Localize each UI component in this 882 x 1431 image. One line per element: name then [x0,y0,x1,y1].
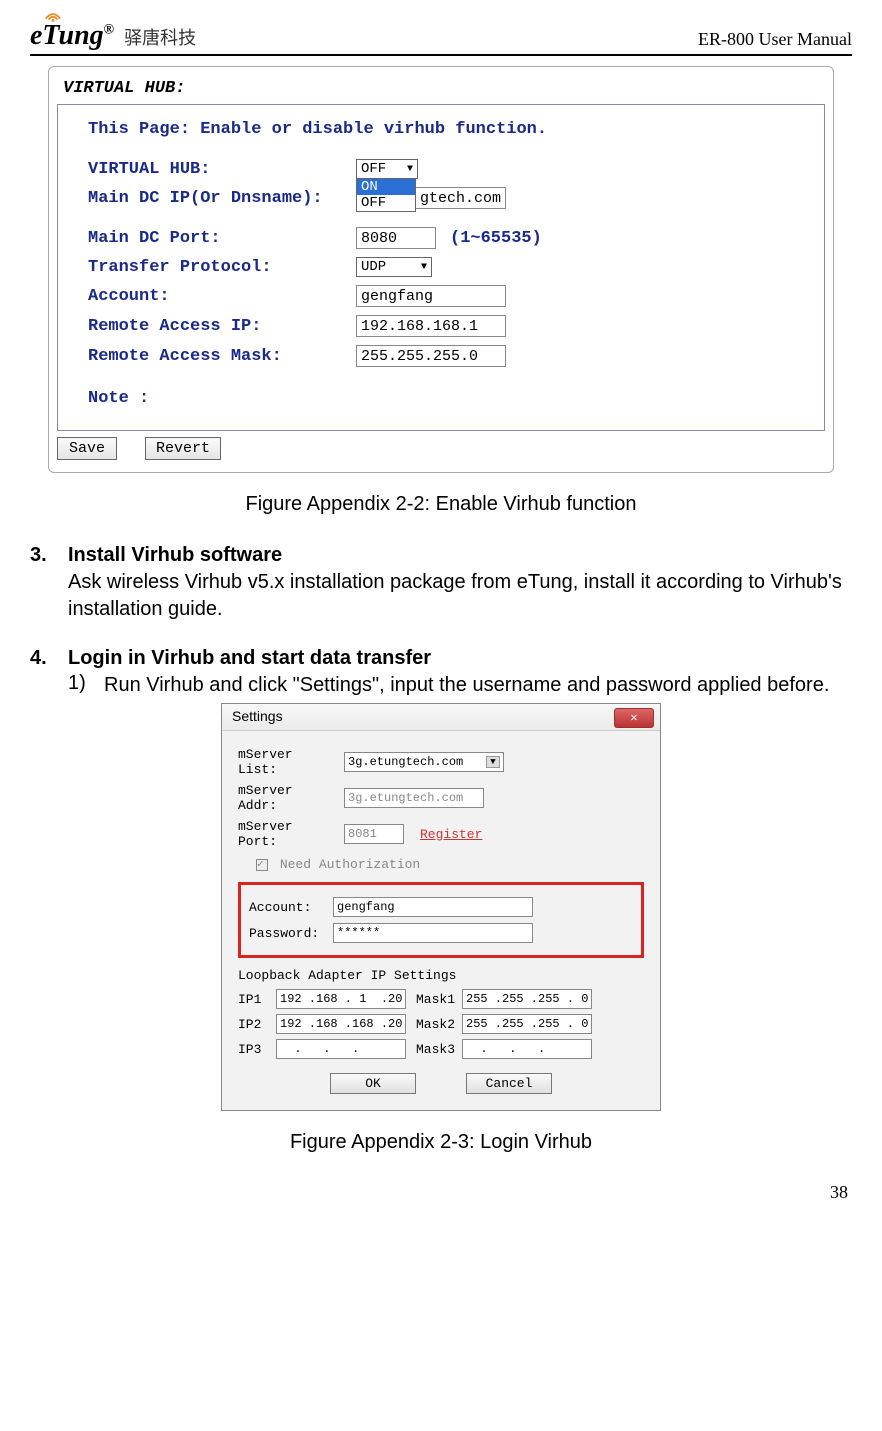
option-off[interactable]: OFF [357,195,415,211]
label-main-dc-port: Main DC Port: [88,229,348,248]
label-account: Account: [249,900,327,915]
label-note: Note : [88,389,804,408]
logo-text: eTung® [30,20,114,52]
select-transfer-protocol-value: UDP [361,259,386,275]
port-hint: (1~65535) [450,229,542,248]
ok-button[interactable]: OK [330,1073,416,1094]
label-mask3: Mask3 [416,1042,456,1057]
label-mserver-port: mServer Port: [238,819,338,849]
step-4-head: Login in Virhub and start data transfer [68,647,431,670]
register-link[interactable]: Register [420,827,482,842]
input-mask3[interactable] [462,1039,592,1059]
select-transfer-protocol[interactable]: UDP ▼ [356,257,432,277]
input-mask2[interactable] [462,1014,592,1034]
label-mask1: Mask1 [416,992,456,1007]
input-ip3[interactable] [276,1039,406,1059]
panel-desc: This Page: Enable or disable virhub func… [88,120,804,139]
screenshot-settings-dialog: Settings ✕ mServer List: 3g.etungtech.co… [221,703,661,1111]
input-account[interactable] [333,897,533,917]
select-mserver-list-value: 3g.etungtech.com [348,755,463,769]
input-mserver-port[interactable] [344,824,404,844]
step-3-num: 3. [30,544,68,567]
step-4-sub-body: Run Virhub and click "Settings", input t… [104,672,829,699]
input-remote-mask[interactable] [356,345,506,367]
label-account: Account: [88,287,348,306]
step-4: 4. Login in Virhub and start data transf… [30,647,852,670]
select-virtual-hub-value: OFF [361,161,386,177]
input-mserver-addr[interactable] [344,788,484,808]
input-remote-ip[interactable] [356,315,506,337]
manual-title: ER-800 User Manual [698,29,852,52]
label-virtual-hub: VIRTUAL HUB: [88,160,348,179]
label-ip2: IP2 [238,1017,270,1032]
input-account[interactable] [356,285,506,307]
close-button[interactable]: ✕ [614,708,654,728]
credentials-highlight: Account: Password: [238,882,644,958]
checkbox-need-auth[interactable]: Need Authorization [256,857,644,872]
revert-button[interactable]: Revert [145,437,221,460]
input-mask1[interactable] [462,989,592,1009]
checkbox-label: Need Authorization [280,857,420,872]
label-password: Password: [249,926,327,941]
logo: eTung® 驿唐科技 [30,20,196,52]
checkbox-icon [256,859,268,871]
label-mserver-addr: mServer Addr: [238,783,338,813]
label-remote-ip: Remote Access IP: [88,317,348,336]
figure-caption-2: Figure Appendix 2-3: Login Virhub [30,1131,852,1154]
save-button[interactable]: Save [57,437,117,460]
label-transfer-protocol: Transfer Protocol: [88,258,348,277]
step-3-head: Install Virhub software [68,544,282,567]
step-4-sub-num: 1) [68,672,104,699]
label-mask2: Mask2 [416,1017,456,1032]
label-ip1: IP1 [238,992,270,1007]
label-ip3: IP3 [238,1042,270,1057]
label-mserver-list: mServer List: [238,747,338,777]
chevron-down-icon: ▼ [407,164,413,175]
page-number: 38 [30,1182,852,1203]
dialog-title: Settings [232,708,283,724]
step-3: 3. Install Virhub software [30,544,852,567]
panel-title: VIRTUAL HUB: [57,75,825,104]
select-mserver-list[interactable]: 3g.etungtech.com ▼ [344,752,504,772]
label-main-dc-ip: Main DC IP(Or Dnsname): [88,189,348,208]
chevron-down-icon: ▼ [421,262,427,273]
input-ip2[interactable] [276,1014,406,1034]
label-loopback: Loopback Adapter IP Settings [238,968,644,983]
step-3-body: Ask wireless Virhub v5.x installation pa… [68,569,852,623]
logo-word: eTung [30,20,104,51]
screenshot-virhub-config: VIRTUAL HUB: This Page: Enable or disabl… [48,66,834,473]
option-on[interactable]: ON [357,179,415,195]
cancel-button[interactable]: Cancel [466,1073,552,1094]
page-header: eTung® 驿唐科技 ER-800 User Manual [30,20,852,56]
step-4-sub: 1) Run Virhub and click "Settings", inpu… [68,672,852,699]
label-remote-mask: Remote Access Mask: [88,347,348,366]
chevron-down-icon: ▼ [486,756,500,768]
step-4-num: 4. [30,647,68,670]
select-virtual-hub-dropdown: ON OFF [356,179,416,212]
input-ip1[interactable] [276,989,406,1009]
wifi-icon [44,6,62,24]
logo-cn: 驿唐科技 [124,24,196,52]
select-virtual-hub[interactable]: OFF ▼ ON OFF [356,159,418,179]
input-password[interactable] [333,923,533,943]
figure-caption-1: Figure Appendix 2-2: Enable Virhub funct… [30,493,852,516]
input-main-dc-port[interactable] [356,227,436,249]
